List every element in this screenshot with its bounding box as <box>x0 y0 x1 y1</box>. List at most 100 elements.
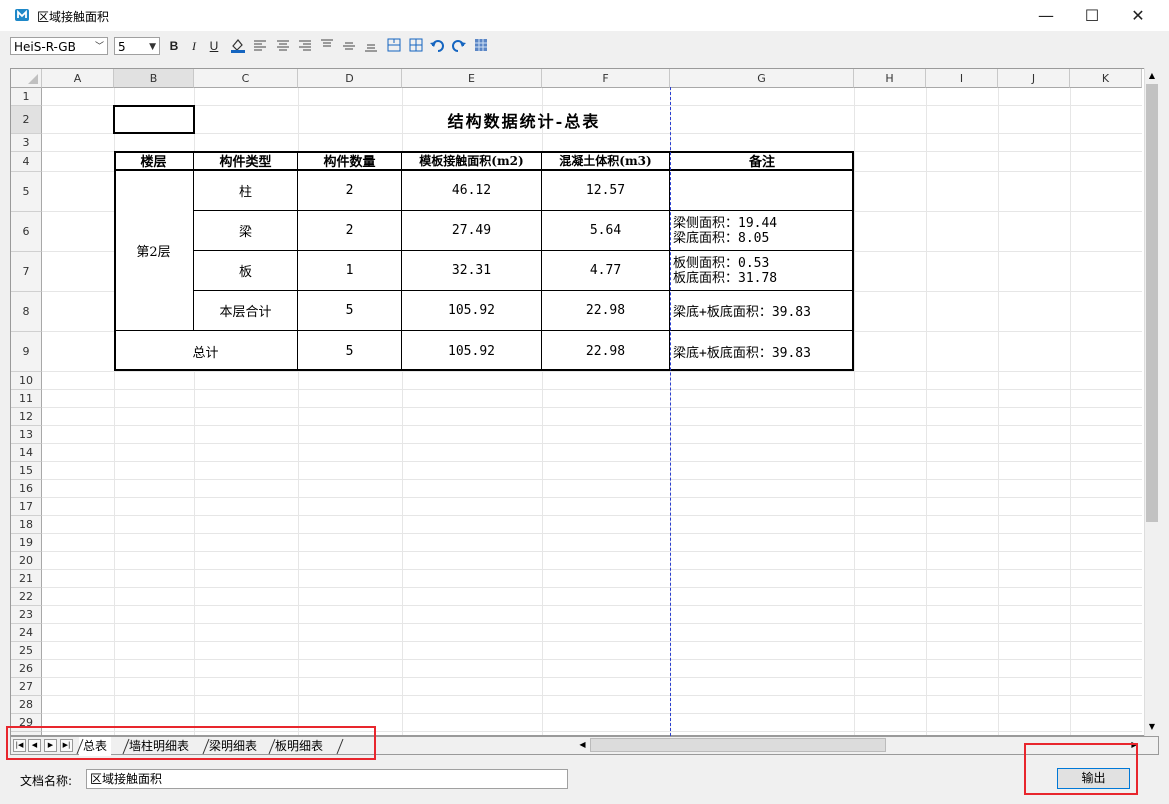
row-header[interactable]: 16 <box>11 480 42 498</box>
total-count: 5 <box>298 331 402 371</box>
italic-button[interactable]: I <box>185 37 203 55</box>
undo-icon[interactable] <box>428 37 446 55</box>
row-header[interactable]: 27 <box>11 678 42 696</box>
gridline <box>42 479 1142 480</box>
align-middle-icon[interactable] <box>340 37 358 55</box>
component-type: 梁 <box>194 211 298 251</box>
scroll-up-icon[interactable]: ▲ <box>1145 69 1159 83</box>
column-header[interactable]: H <box>854 69 926 88</box>
row-header[interactable]: 5 <box>11 172 42 212</box>
dropdown-arrow-icon: ▼ <box>149 42 156 52</box>
close-button[interactable]: ✕ <box>1115 0 1161 31</box>
scroll-left-icon[interactable]: ◀ <box>576 738 589 752</box>
column-header[interactable]: E <box>402 69 542 88</box>
redo-icon[interactable] <box>450 37 468 55</box>
concrete-volume: 12.57 <box>542 171 670 211</box>
align-top-icon[interactable] <box>318 37 336 55</box>
row-header[interactable]: 10 <box>11 372 42 390</box>
align-bottom-icon[interactable] <box>362 37 380 55</box>
row-header[interactable]: 24 <box>11 624 42 642</box>
column-header[interactable]: A <box>42 69 114 88</box>
gridline <box>42 533 1142 534</box>
column-header[interactable]: J <box>998 69 1070 88</box>
row-header[interactable]: 22 <box>11 588 42 606</box>
row-header[interactable]: 1 <box>11 88 42 106</box>
header-floor: 楼层 <box>114 151 194 171</box>
contact-area: 46.12 <box>402 171 542 211</box>
header-area: 模板接触面积(m2) <box>402 151 542 171</box>
gridline <box>42 605 1142 606</box>
align-left-icon[interactable] <box>251 37 269 55</box>
bold-button[interactable]: B <box>165 37 183 55</box>
row-header[interactable]: 4 <box>11 152 42 172</box>
vertical-scrollbar[interactable]: ▲ ▼ <box>1144 68 1160 736</box>
row-header[interactable]: 11 <box>11 390 42 408</box>
docname-input[interactable]: 区域接触面积 <box>86 769 568 789</box>
row-header[interactable]: 23 <box>11 606 42 624</box>
borders-icon[interactable] <box>472 37 490 55</box>
fill-color-icon[interactable] <box>229 37 247 55</box>
align-right-icon[interactable] <box>296 37 314 55</box>
underline-button[interactable]: U <box>205 37 223 55</box>
row-header[interactable]: 3 <box>11 134 42 152</box>
concrete-volume: 22.98 <box>542 291 670 331</box>
row-header[interactable]: 15 <box>11 462 42 480</box>
row-header[interactable]: 17 <box>11 498 42 516</box>
note-line: 板底面积：31.78 <box>673 270 778 286</box>
selected-cell[interactable] <box>113 105 195 134</box>
gridline <box>42 515 1142 516</box>
row-header[interactable]: 25 <box>11 642 42 660</box>
column-header[interactable]: I <box>926 69 998 88</box>
header-count: 构件数量 <box>298 151 402 171</box>
column-header[interactable]: K <box>1070 69 1142 88</box>
component-type: 本层合计 <box>194 291 298 331</box>
floor-label: 第2层 <box>114 171 194 331</box>
column-header[interactable]: D <box>298 69 402 88</box>
gridline <box>42 569 1142 570</box>
row-header[interactable]: 13 <box>11 426 42 444</box>
component-type: 柱 <box>194 171 298 211</box>
column-header[interactable]: G <box>670 69 854 88</box>
column-header[interactable]: B <box>114 69 194 88</box>
row-header[interactable]: 19 <box>11 534 42 552</box>
select-all-corner[interactable] <box>11 69 42 88</box>
row-header[interactable]: 2 <box>11 106 42 134</box>
gridline <box>42 551 1142 552</box>
row-header[interactable]: 8 <box>11 292 42 332</box>
column-header[interactable]: C <box>194 69 298 88</box>
gridline <box>926 88 927 735</box>
notes-cell: 板侧面积：0.53 板底面积：31.78 <box>670 251 854 291</box>
row-header[interactable]: 20 <box>11 552 42 570</box>
total-area: 105.92 <box>402 331 542 371</box>
row-header[interactable]: 21 <box>11 570 42 588</box>
gridline <box>42 641 1142 642</box>
row-header[interactable]: 18 <box>11 516 42 534</box>
font-size-value: 5 <box>118 40 126 54</box>
row-header[interactable]: 14 <box>11 444 42 462</box>
row-header[interactable]: 7 <box>11 252 42 292</box>
scroll-thumb[interactable] <box>590 738 886 752</box>
row-header[interactable]: 6 <box>11 212 42 252</box>
maximize-button[interactable]: ☐ <box>1069 0 1115 31</box>
gridline <box>42 677 1142 678</box>
row-header[interactable]: 9 <box>11 332 42 372</box>
row-header[interactable]: 26 <box>11 660 42 678</box>
font-size-select[interactable]: 5 ▼ <box>114 37 160 55</box>
row-header[interactable]: 28 <box>11 696 42 714</box>
minimize-button[interactable]: — <box>1023 0 1069 31</box>
align-center-icon[interactable] <box>274 37 292 55</box>
row-header[interactable]: 12 <box>11 408 42 426</box>
split-cells-icon[interactable] <box>407 37 425 55</box>
component-count: 5 <box>298 291 402 331</box>
output-button[interactable]: 输出 <box>1057 768 1130 789</box>
font-family-select[interactable]: HeiS-R-GB ﹀ <box>10 37 108 55</box>
spreadsheet-grid[interactable]: A B C D E F G H I J K 1 2 3 4 5 6 7 8 9 … <box>10 68 1159 736</box>
gridline <box>42 389 1142 390</box>
merge-cells-icon[interactable] <box>385 37 403 55</box>
scroll-down-icon[interactable]: ▼ <box>1145 720 1159 734</box>
column-header[interactable]: F <box>542 69 670 88</box>
gridline <box>42 425 1142 426</box>
gridline <box>854 88 855 735</box>
scroll-thumb[interactable] <box>1146 84 1158 522</box>
gridline <box>42 623 1142 624</box>
